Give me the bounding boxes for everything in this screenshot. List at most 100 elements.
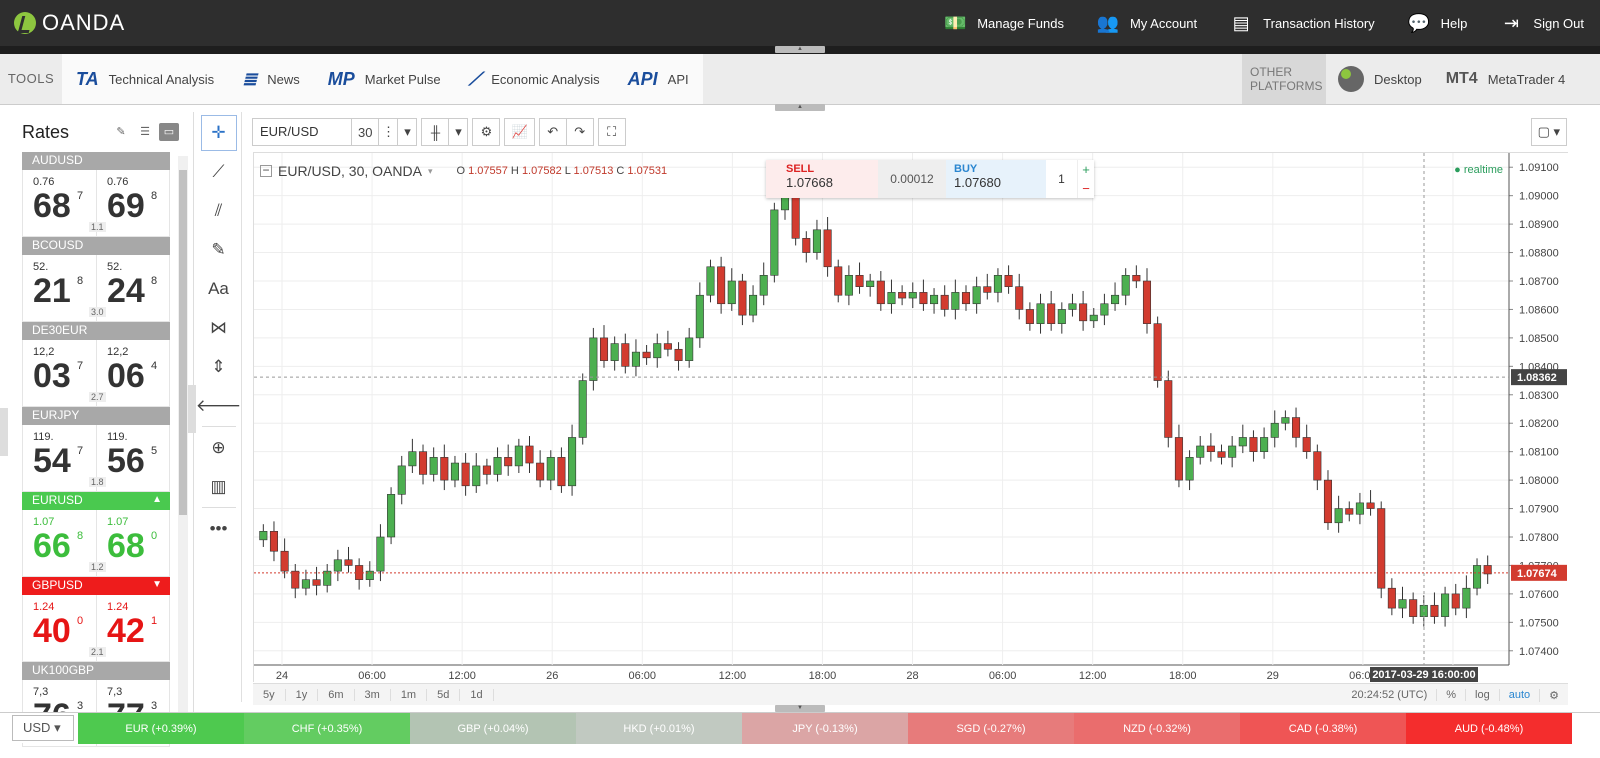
pair-name: GBPUSD ▼ xyxy=(22,577,170,595)
market-pulse-link[interactable]: MP Market Pulse xyxy=(314,54,455,104)
chart-settings-icon[interactable]: ⚙ xyxy=(1539,688,1568,702)
measure-tool-icon[interactable]: ⇕ xyxy=(201,349,237,385)
currency-heat-list: EUR (+0.39%) CHF (+0.35%) GBP (+0.04%) HKD … xyxy=(78,713,1572,744)
edit-icon[interactable]: ✎ xyxy=(111,123,131,141)
zoom-in-icon[interactable]: ⊕ xyxy=(201,430,237,466)
rate-tile[interactable]: BCOUSD 52. 21 8 3.0 52. 24 8 xyxy=(22,237,170,322)
metatrader-link[interactable]: MT4 MetaTrader 4 xyxy=(1434,70,1578,88)
auto-scale-button[interactable]: auto xyxy=(1498,689,1539,701)
buy-price[interactable]: 119. 56 5 xyxy=(97,425,171,492)
collapse-handle-bottom[interactable]: ▼ xyxy=(775,705,825,712)
sell-price[interactable]: 12,2 03 7 2.7 xyxy=(23,340,106,407)
currency-heat-cell[interactable]: GBP (+0.04%) xyxy=(410,713,576,744)
range-3m[interactable]: 3m xyxy=(355,688,391,701)
currency-heat-cell[interactable]: EUR (+0.39%) xyxy=(78,713,244,744)
help-link[interactable]: 💬 Help xyxy=(1391,0,1484,46)
buy-price[interactable]: 0.76 69 8 xyxy=(97,170,171,237)
rate-tile[interactable]: GBPUSD ▼ 1.24 40 0 2.1 1.24 42 1 xyxy=(22,577,170,662)
brush-tool-icon[interactable]: ✎ xyxy=(201,232,237,268)
desktop-link[interactable]: Desktop xyxy=(1326,66,1434,92)
rate-tile[interactable]: EURUSD ▲ 1.07 66 8 1.2 1.07 68 0 xyxy=(22,492,170,577)
buy-price[interactable]: 1.07 68 0 xyxy=(97,510,171,577)
my-account-link[interactable]: 👥 My Account xyxy=(1080,0,1213,46)
quantity-field[interactable]: 1 xyxy=(1046,160,1078,198)
sell-price[interactable]: 1.24 40 0 2.1 xyxy=(23,595,106,662)
candle-body xyxy=(1153,323,1162,381)
buy-price[interactable]: 1.24 42 1 xyxy=(97,595,171,662)
rate-tile[interactable]: EURJPY 119. 54 7 1.8 119. 56 5 xyxy=(22,407,170,492)
interval-menu-icon[interactable]: ⋮ xyxy=(378,118,399,146)
oanda-logo[interactable]: OANDA xyxy=(14,10,125,36)
candlestick-chart[interactable]: 1.074001.075001.076001.077001.078001.079… xyxy=(254,153,1568,683)
left-edge-handle[interactable] xyxy=(0,408,8,456)
trendline-tool-icon[interactable]: ⟋ xyxy=(201,154,237,190)
buy-price[interactable]: 12,2 06 4 xyxy=(97,340,171,407)
sell-price[interactable]: 52. 21 8 3.0 xyxy=(23,255,106,322)
rates-scrollbar[interactable] xyxy=(178,156,188,716)
market-pulse-icon: MP xyxy=(327,68,355,89)
tile-view-icon[interactable]: ▭ xyxy=(159,123,179,141)
base-currency-select[interactable]: USD ▾ xyxy=(12,715,74,741)
ruler-icon[interactable]: ▥ xyxy=(201,469,237,505)
currency-heat-cell[interactable]: CHF (+0.35%) xyxy=(244,713,410,744)
api-link[interactable]: API API xyxy=(614,54,703,104)
symbol-input[interactable]: EUR/USD xyxy=(252,118,352,146)
interval-button[interactable]: 30 xyxy=(351,118,380,146)
chart-type-icon[interactable]: ╫ xyxy=(421,118,450,146)
settings-icon[interactable]: ⚙ xyxy=(472,118,501,146)
crosshair-tool-icon[interactable]: ✛ xyxy=(200,115,237,151)
text-tool-icon[interactable]: Aa xyxy=(201,271,237,307)
scrollbar-thumb[interactable] xyxy=(179,170,187,515)
range-1m[interactable]: 1m xyxy=(391,688,428,701)
indicators-icon[interactable]: 📈 xyxy=(504,118,535,146)
sell-price[interactable]: 0.76 68 7 1.1 xyxy=(23,170,106,237)
sell-price[interactable]: 1.07 66 8 1.2 xyxy=(23,510,106,577)
pitchfork-tool-icon[interactable]: ⫽ xyxy=(201,193,237,229)
interval-dropdown-icon[interactable]: ▾ xyxy=(397,118,418,146)
candle-body xyxy=(546,457,555,481)
log-scale-button[interactable]: log xyxy=(1465,689,1499,701)
redo-icon[interactable]: ↷ xyxy=(565,118,594,146)
pattern-tool-icon[interactable]: ⋈ xyxy=(201,310,237,346)
minus-icon[interactable]: − xyxy=(1082,181,1090,196)
collapse-handle-top[interactable]: ▲ xyxy=(775,46,825,53)
legend-dropdown-icon[interactable]: ▾ xyxy=(428,166,433,177)
undo-icon[interactable]: ↶ xyxy=(538,118,567,146)
currency-heat-cell[interactable]: NZD (-0.32%) xyxy=(1074,713,1240,744)
chart-type-dropdown-icon[interactable]: ▾ xyxy=(448,118,469,146)
plus-icon[interactable]: + xyxy=(1082,162,1090,177)
range-5y[interactable]: 5y xyxy=(253,688,286,701)
sign-out-link[interactable]: ⇥ Sign Out xyxy=(1483,0,1600,46)
legend-collapse-icon[interactable]: − xyxy=(260,164,272,177)
more-tools-icon[interactable]: ••• xyxy=(201,511,237,547)
news-link[interactable]: ≣ News xyxy=(228,54,314,104)
range-6m[interactable]: 6m xyxy=(318,688,355,701)
range-5d[interactable]: 5d xyxy=(427,688,461,701)
arrow-back-icon[interactable]: 🡐 xyxy=(196,388,242,424)
rate-tile[interactable]: DE30EUR 12,2 03 7 2.7 12,2 06 4 xyxy=(22,322,170,407)
currency-heat-cell[interactable]: HKD (+0.01%) xyxy=(576,713,742,744)
rate-tile[interactable]: AUDUSD 0.76 68 7 1.1 0.76 69 8 xyxy=(22,152,170,237)
price-chart[interactable]: 1.074001.075001.076001.077001.078001.079… xyxy=(253,152,1568,682)
sell-button[interactable]: SELL 1.07668 xyxy=(766,160,878,198)
economic-analysis-link[interactable]: ⟋ Economic Analysis xyxy=(455,54,614,104)
transaction-history-link[interactable]: ▤ Transaction History xyxy=(1213,0,1391,46)
pair-prices: 1.07 66 8 1.2 1.07 68 0 xyxy=(22,510,170,577)
range-1y[interactable]: 1y xyxy=(286,688,319,701)
currency-heat-cell[interactable]: JPY (-0.13%) xyxy=(742,713,908,744)
buy-button[interactable]: BUY 1.07680 xyxy=(946,160,1046,198)
fullscreen-icon[interactable]: ⛶ xyxy=(597,118,626,146)
currency-heat-cell[interactable]: SGD (-0.27%) xyxy=(908,713,1074,744)
candle-body xyxy=(1260,437,1269,452)
sell-price[interactable]: 119. 54 7 1.8 xyxy=(23,425,106,492)
percent-scale-button[interactable]: % xyxy=(1436,689,1465,701)
list-view-icon[interactable]: ☰ xyxy=(135,123,155,141)
technical-analysis-link[interactable]: TA Technical Analysis xyxy=(62,54,228,104)
layout-select-icon[interactable]: ▢ ▾ xyxy=(1530,118,1567,146)
manage-funds-link[interactable]: 💵 Manage Funds xyxy=(927,0,1080,46)
buy-price[interactable]: 52. 24 8 xyxy=(97,255,171,322)
currency-heat-cell[interactable]: CAD (-0.38%) xyxy=(1240,713,1406,744)
currency-heat-cell[interactable]: AUD (-0.48%) xyxy=(1406,713,1572,744)
collapse-handle-tools[interactable]: ▲ xyxy=(775,104,825,111)
range-1d[interactable]: 1d xyxy=(460,688,494,701)
